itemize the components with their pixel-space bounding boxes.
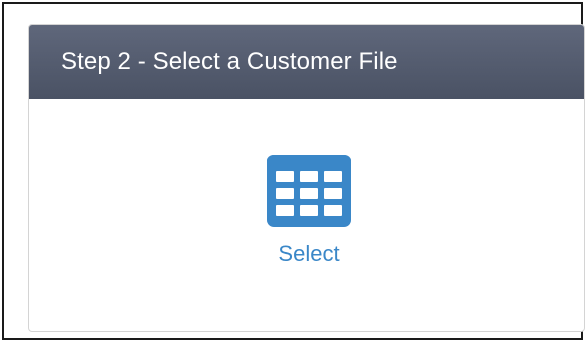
panel-header: Step 2 - Select a Customer File — [29, 25, 584, 99]
select-file-button[interactable]: Select — [259, 155, 359, 267]
table-grid-icon[interactable] — [267, 155, 351, 227]
window-frame: Step 2 - Select a Customer File Select — [2, 2, 585, 340]
panel-title: Step 2 - Select a Customer File — [61, 48, 398, 75]
select-label[interactable]: Select — [259, 241, 359, 267]
select-customer-file-panel: Step 2 - Select a Customer File Select — [28, 24, 585, 332]
panel-body: Select — [29, 99, 584, 331]
